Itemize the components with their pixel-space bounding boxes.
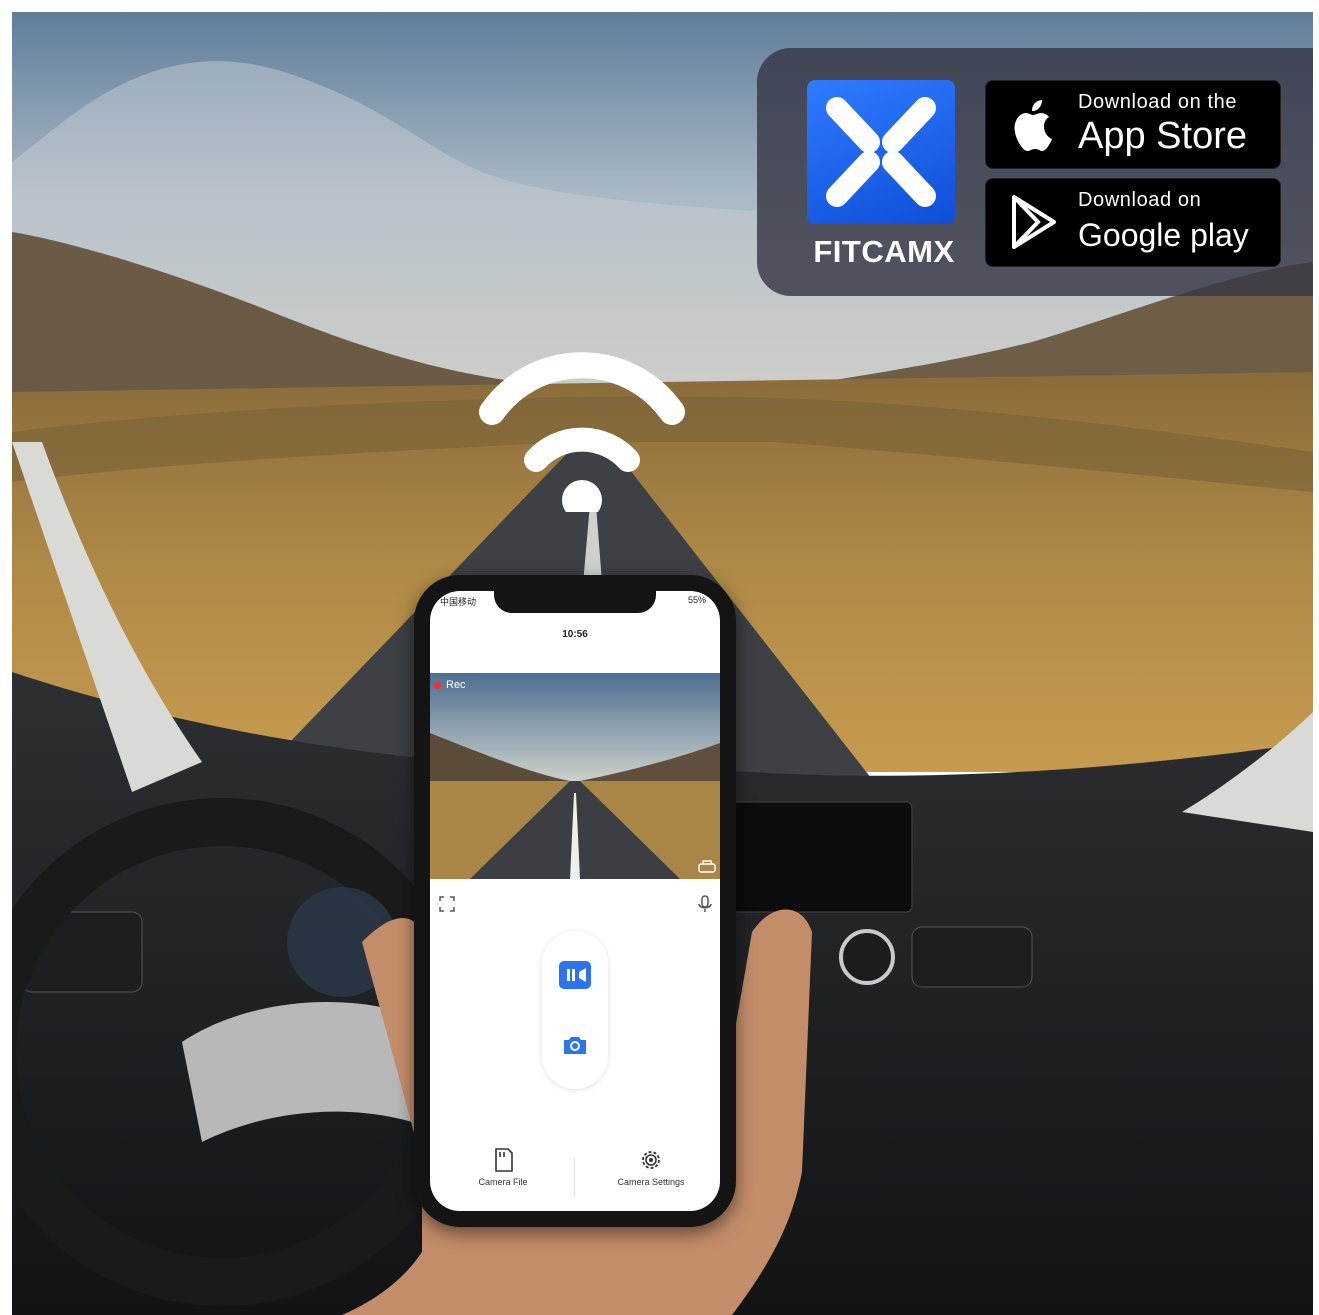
rotate-screen-icon[interactable] [698, 859, 716, 873]
fitcamx-app-icon [807, 80, 955, 224]
gear-icon [642, 1151, 660, 1169]
app-store-big-label: App Store [1078, 115, 1247, 157]
tab-camera-file-label: Camera File [478, 1177, 528, 1187]
recording-dot [434, 681, 441, 689]
tab-divider [574, 1157, 575, 1197]
control-pill [542, 931, 608, 1089]
image-frame: FITCAMX Download on the App Store Downlo… [0, 0, 1319, 1315]
tab-camera-settings[interactable]: Camera Settings [596, 1147, 706, 1187]
preview-image [430, 673, 720, 879]
app-store-button[interactable]: Download on the App Store [985, 80, 1281, 169]
google-play-big-label: Google play [1078, 217, 1249, 253]
snapshot-button[interactable] [559, 1031, 591, 1059]
scene-photo: FITCAMX Download on the App Store Downlo… [12, 12, 1313, 1315]
google-play-button[interactable]: Download on Google play [985, 178, 1281, 267]
google-play-icon [1012, 195, 1056, 249]
rec-label: Rec [446, 679, 466, 691]
scan-icon[interactable] [438, 895, 456, 913]
pause-record-icon [567, 968, 586, 982]
carrier-label: 中国移动 [440, 597, 477, 607]
download-badge-panel: FITCAMX Download on the App Store Downlo… [757, 48, 1313, 296]
google-play-small-label: Download on [1078, 189, 1202, 211]
recording-indicator: Rec [434, 679, 466, 691]
live-camera-preview[interactable]: Rec [430, 673, 720, 879]
tab-camera-file[interactable]: Camera File [448, 1147, 558, 1187]
clock-time: 10:56 [562, 629, 588, 640]
apple-icon [1014, 100, 1052, 151]
camera-snapshot-icon [564, 1037, 586, 1054]
microphone-icon[interactable] [696, 895, 714, 913]
phone-device: 中国移动 55% 10:56 Rec Camera File Camera Se… [414, 575, 736, 1227]
app-store-small-label: Download on the [1078, 91, 1238, 113]
sd-card-icon [495, 1148, 513, 1172]
pause-record-button[interactable] [559, 961, 591, 989]
tab-camera-settings-label: Camera Settings [617, 1177, 685, 1187]
phone-notch [494, 591, 656, 613]
phone-screen: 中国移动 55% 10:56 Rec Camera File Camera Se… [430, 591, 720, 1211]
app-name: FITCAMX [813, 234, 955, 269]
wifi-icon [479, 352, 685, 512]
battery-label: 55% [687, 595, 706, 605]
